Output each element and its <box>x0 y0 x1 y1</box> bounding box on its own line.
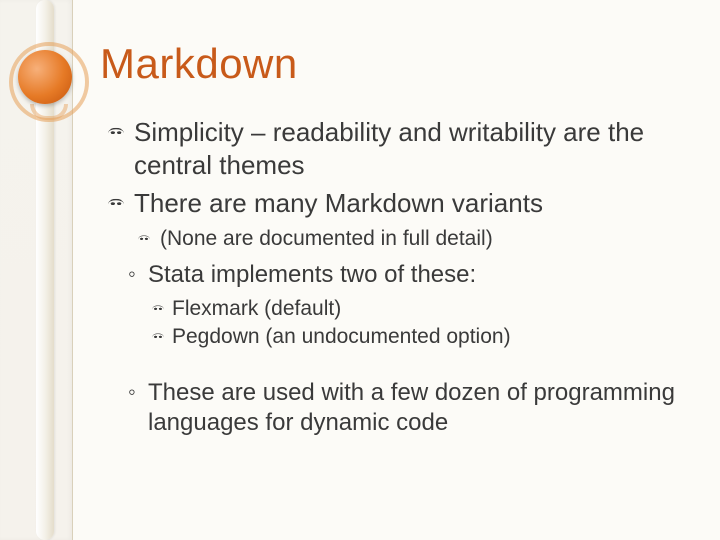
bullet-text: There are many Markdown variants <box>134 188 543 218</box>
slide: Markdown Simplicity – readability and wr… <box>0 0 720 540</box>
bullet-level2-open: These are used with a few dozen of progr… <box>128 378 700 438</box>
spacer <box>108 352 700 370</box>
slide-title: Markdown <box>100 40 700 88</box>
mic-head-icon <box>18 50 72 104</box>
bullet-level1: There are many Markdown variants <box>108 187 700 220</box>
bullet-text: Pegdown (an undocumented option) <box>172 325 511 348</box>
bullet-text: Stata implements two of these: <box>148 261 476 288</box>
bullet-level3: Flexmark (default) <box>152 296 700 322</box>
bullet-text: These are used with a few dozen of progr… <box>148 379 675 436</box>
bullet-level1: Simplicity – readability and writability… <box>108 116 700 181</box>
bullet-text: Simplicity – readability and writability… <box>134 117 644 180</box>
bullet-level3: Pegdown (an undocumented option) <box>152 324 700 350</box>
bullet-level2-open: Stata implements two of these: <box>128 260 700 290</box>
bullet-text: Flexmark (default) <box>172 297 341 320</box>
bullet-level2: (None are documented in full detail) <box>138 226 700 252</box>
slide-content: Markdown Simplicity – readability and wr… <box>100 40 700 444</box>
bullet-list: Simplicity – readability and writability… <box>108 116 700 438</box>
bullet-text: (None are documented in full detail) <box>160 227 493 250</box>
